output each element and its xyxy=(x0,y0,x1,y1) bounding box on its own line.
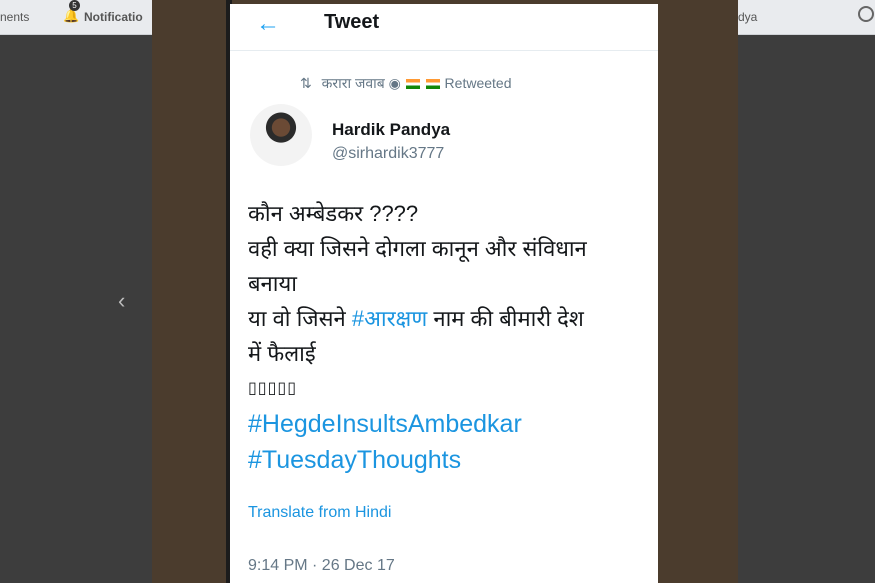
tweet-line: कौन अम्बेडकर ???? xyxy=(248,201,419,226)
retweeted-label: Retweeted xyxy=(444,75,512,91)
author-handle[interactable]: @sirhardik3777 xyxy=(332,145,444,163)
retweeter-name[interactable]: करारा जवाब xyxy=(322,75,385,91)
tweet-text-segment: या वो जिसने xyxy=(248,306,352,331)
translate-link[interactable]: Translate from Hindi xyxy=(248,504,391,522)
tweet-line: वही क्या जिसने दोगला कानून और संविधान xyxy=(248,236,587,261)
previous-image-icon[interactable]: ‹ xyxy=(118,288,125,314)
author-name[interactable]: Hardik Pandya xyxy=(332,120,450,140)
emoji-icon: ◉ xyxy=(388,75,401,91)
tweet-text: कौन अम्बेडकर ???? वही क्या जिसने दोगला क… xyxy=(248,196,658,478)
tweet-screen: ← Tweet ⇅ करारा जवाब ◉ Retweeted Hardik … xyxy=(230,4,658,583)
emoji-row: ▯▯▯▯▯ xyxy=(248,380,298,397)
hashtag-link[interactable]: #आरक्षण xyxy=(352,306,427,331)
retweet-icon: ⇅ xyxy=(300,75,312,91)
page-title: Tweet xyxy=(324,11,380,33)
tweet-line: या वो जिसने #आरक्षण नाम की बीमारी देश xyxy=(248,301,658,336)
notification-count-badge: 5 xyxy=(69,0,80,11)
retweet-context: ⇅ करारा जवाब ◉ Retweeted xyxy=(300,74,511,93)
hashtag-link[interactable]: #HegdeInsultsAmbedkar xyxy=(248,406,658,442)
back-arrow-icon[interactable]: ← xyxy=(256,10,280,38)
saffron-flag-icon xyxy=(405,79,420,89)
tweet-line: में फैलाई xyxy=(248,341,316,366)
tweet-header: ← Tweet xyxy=(230,4,658,51)
india-flag-icon xyxy=(425,79,440,89)
nav-item-notifications[interactable]: Notificatio xyxy=(84,10,143,24)
tweet-timestamp: 9:14 PM · 26 Dec 17 xyxy=(248,557,395,574)
search-icon[interactable] xyxy=(858,6,874,22)
profile-name-partial[interactable]: dya xyxy=(738,10,757,24)
nav-item-partial[interactable]: nents xyxy=(0,10,29,24)
hashtag-link[interactable]: #TuesdayThoughts xyxy=(248,442,658,478)
tweet-text-segment: नाम की बीमारी देश xyxy=(427,306,584,331)
tweet-line: बनाया xyxy=(248,271,297,296)
avatar[interactable] xyxy=(250,104,312,166)
